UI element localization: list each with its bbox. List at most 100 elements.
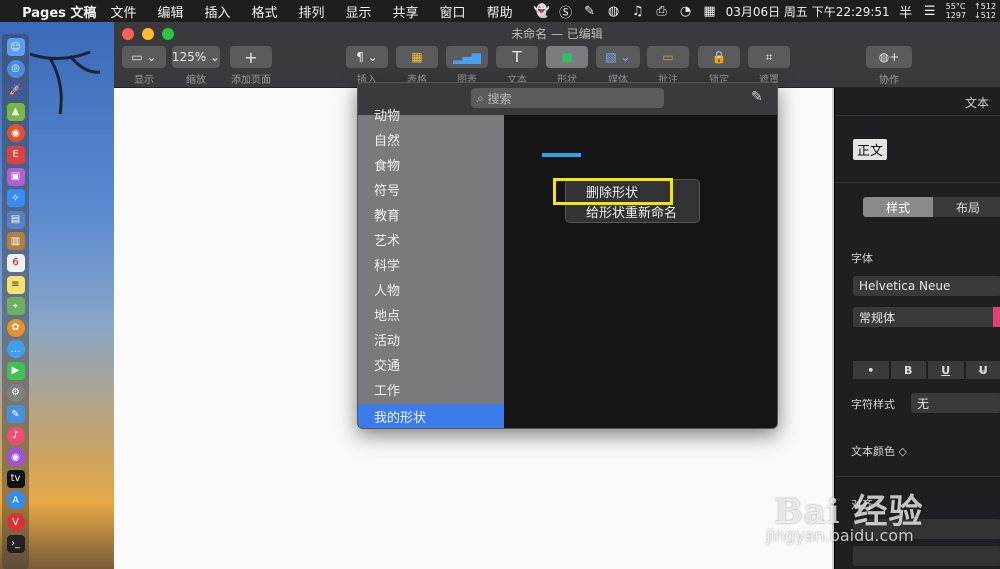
app-red-icon[interactable]: E [6,145,25,164]
font-section-label: 字体 [851,252,873,265]
facetime-icon[interactable]: ▶ [6,361,25,380]
pages-icon[interactable]: ✎ [6,405,25,424]
zoom-button[interactable]: 125% ⌄ [172,46,220,68]
shape-category-list: 动物 自然 食物 符号 教育 艺术 科学 人物 地点 活动 交通 工作 我的形状 [358,109,504,428]
add-page-button[interactable]: + [230,46,272,68]
terminal-icon[interactable]: ›_ [6,534,25,553]
net-down: ↓512 [974,11,996,20]
notes-icon[interactable]: ≡ [6,275,25,294]
menu-insert[interactable]: 插入 [204,2,230,21]
vivaldi-icon[interactable]: V [6,513,25,532]
shape-button[interactable]: ■ [546,46,588,68]
app-purple-icon[interactable]: ▣ [6,167,25,186]
char-style-label: 字符样式 [851,398,895,411]
bullet-button[interactable]: • [853,361,889,379]
mask-button[interactable]: ⌗ [748,46,790,68]
network-stats[interactable]: ↑512 ↓512 [974,2,996,20]
table-button[interactable]: ▦ [396,46,438,68]
menu-file[interactable]: 文件 [110,2,136,21]
messages-icon[interactable]: … [6,340,25,359]
clock-icon[interactable]: ◔ [678,4,694,19]
bold-button[interactable]: B [890,361,926,379]
s-app-icon[interactable]: Ⓢ [558,2,574,21]
input-method-icon[interactable]: 半 [898,2,914,21]
menu-edit[interactable]: 编辑 [157,2,183,21]
text-button[interactable]: T [496,46,538,68]
system-stats[interactable]: 55°C 1297 [946,2,966,20]
menubar: Pages 文稿 文件 编辑 插入 格式 排列 显示 共享 窗口 帮助 👻 Ⓢ … [0,0,1000,22]
pen-draw-icon[interactable]: ✎ [751,89,763,105]
category-animals[interactable]: 动物 [358,102,504,127]
menu-help[interactable]: 帮助 [487,2,513,21]
photos-icon[interactable]: ✿ [6,318,25,337]
font-weight-select[interactable]: 常规体 [853,307,1000,327]
menu-arrange[interactable]: 排列 [299,2,325,21]
category-transport[interactable]: 交通 [358,352,504,377]
tab-style[interactable]: 样式 [863,197,933,217]
view-button[interactable]: ▭ ⌄ [122,46,166,68]
menu-share[interactable]: 共享 [393,2,419,21]
category-my-shapes[interactable]: 我的形状 [358,404,504,428]
text-color-label[interactable]: 文本颜色 ◇ [851,443,907,459]
category-symbols[interactable]: 符号 [358,177,504,202]
paragraph-style-button[interactable]: 正文 [853,139,888,160]
safari-icon[interactable]: ◎ [6,59,25,78]
podcasts-icon[interactable]: ◉ [6,448,25,467]
window-toolbar: 未命名 — 已编辑 ▭ ⌄ 显示 125% ⌄ 缩放 + 添加页面 ¶ ⌄ 插入… [114,22,1000,88]
category-food[interactable]: 食物 [358,152,504,177]
finder-icon[interactable]: ☺ [6,38,25,56]
app-compass-icon[interactable]: ✧ [6,189,25,208]
shapes-popover: ⌕ 搜索 ✎ 动物 自然 食物 符号 教育 艺术 科学 人物 地点 活动 交通 … [357,82,778,429]
category-education[interactable]: 教育 [358,202,504,227]
menu-window[interactable]: 窗口 [440,2,466,21]
contacts-icon[interactable]: ▥ [6,232,25,251]
settings-icon[interactable]: ⚙ [6,383,25,402]
strikethrough-button[interactable]: U̶ [965,361,1000,379]
lock-button[interactable]: 🔒 [698,46,740,68]
menu-format[interactable]: 格式 [251,2,277,21]
maps-icon[interactable]: ⌖ [6,297,25,316]
shape-grid: 删除形状 给形状重新命名 [504,115,777,428]
music-icon[interactable]: ♫ [630,4,646,19]
collaborate-button[interactable]: ◍+ [866,46,912,68]
category-science[interactable]: 科学 [358,252,504,277]
globe-icon[interactable]: ◍ [606,4,622,19]
control-center-icon[interactable]: ☰ [922,4,938,19]
category-activities[interactable]: 活动 [358,327,504,352]
launchpad-icon[interactable]: 🚀 [6,81,25,100]
window-title: 未命名 — 已编辑 [511,27,603,41]
app-menu-name[interactable]: Pages 文稿 [22,2,96,21]
category-work[interactable]: 工作 [358,377,504,402]
app-store-icon[interactable]: A [6,491,25,510]
pen-nib-icon[interactable]: ✎ [582,4,598,19]
inspector-tab-text[interactable]: 文本 [965,94,989,111]
collaborate-label: 协作 [879,75,899,86]
tab-layout[interactable]: 布局 [933,197,1000,217]
char-style-select[interactable]: 无 [911,393,1000,413]
preview-icon[interactable]: ▤ [6,210,25,229]
tree-branch-decoration [30,50,101,115]
media-button[interactable]: ▧ ⌄ [596,46,640,68]
music-app-icon[interactable]: ♪ [6,426,25,445]
category-places[interactable]: 地点 [358,302,504,327]
dock: ☺ ◎ 🚀 ▲ ◉ E ▣ ✧ ▤ ▥ 6 ≡ ⌖ ✿ … ▶ ⚙ ✎ ♪ ◉ … [2,34,29,569]
chrome-icon[interactable]: ◉ [6,124,25,143]
printer-icon[interactable]: ⎙ [654,4,670,19]
chart-button[interactable]: ▂▄▆ [446,46,488,68]
font-family-select[interactable]: Helvetica Neue [853,276,1000,296]
category-nature[interactable]: 自然 [358,127,504,152]
insert-button[interactable]: ¶ ⌄ [346,46,388,68]
menu-view[interactable]: 显示 [346,2,372,21]
ghost-icon[interactable]: 👻 [534,4,550,19]
category-arts[interactable]: 艺术 [358,227,504,252]
underline-button[interactable]: U [928,361,964,379]
comment-button[interactable]: ▭ [647,46,689,68]
datetime[interactable]: 03月06日 周五 下午22:29:51 [726,3,890,20]
category-people[interactable]: 人物 [358,277,504,302]
android-icon[interactable]: ▲ [6,102,25,121]
calendar-app-icon[interactable]: 6 [6,253,25,272]
custom-line-shape[interactable] [542,153,581,157]
tv-icon[interactable]: tv [6,469,25,488]
add-page-label: 添加页面 [231,75,271,86]
calendar-icon[interactable]: ▦ [702,4,718,19]
